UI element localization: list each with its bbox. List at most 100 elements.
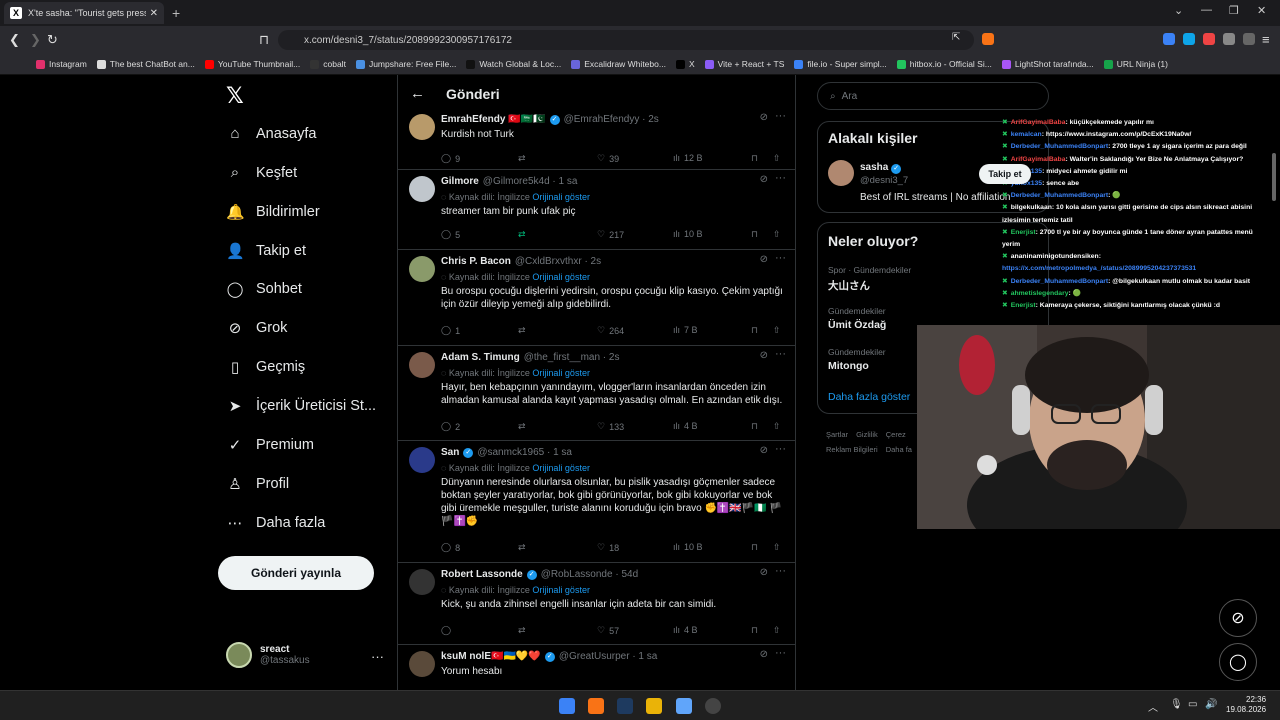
- more-icon[interactable]: ···: [775, 565, 786, 577]
- nav-item-premium[interactable]: ✓ Premium: [226, 436, 314, 454]
- author-name[interactable]: EmrahEfendy 🇹🇷🇸🇦🇵🇰: [441, 114, 546, 125]
- footer-link[interactable]: Daha fa: [886, 445, 912, 454]
- windows-start-icon[interactable]: [559, 698, 575, 714]
- like-button[interactable]: ♡ 18: [597, 542, 619, 553]
- more-icon[interactable]: ···: [775, 348, 786, 360]
- footer-link[interactable]: Çerez: [886, 430, 906, 439]
- search-input[interactable]: ⌕ Ara: [817, 82, 1049, 110]
- author-handle[interactable]: @RobLassonde · 54d: [541, 569, 638, 580]
- bookmark-item[interactable]: URL Ninja (1): [1103, 59, 1168, 69]
- steam-icon[interactable]: [617, 698, 633, 714]
- nav-item-i-çerik-üreticisi-st-[interactable]: ➤ İçerik Üreticisi St...: [226, 397, 376, 415]
- file-explorer-icon[interactable]: [646, 698, 662, 714]
- more-icon[interactable]: ···: [775, 110, 786, 122]
- like-button[interactable]: ♡ 57: [597, 625, 619, 636]
- author-handle[interactable]: @the_first__man · 2s: [524, 352, 620, 363]
- show-original-link[interactable]: Orijinali göster: [532, 192, 590, 202]
- author-handle[interactable]: @CxldBrxvthxr · 2s: [515, 256, 601, 267]
- avatar[interactable]: [409, 447, 435, 473]
- show-more-link[interactable]: Daha fazla göster: [828, 391, 910, 403]
- bookmark-icon[interactable]: ⊓: [259, 32, 269, 48]
- bookmark-item[interactable]: Instagram: [36, 59, 87, 69]
- repost-button[interactable]: ⇄: [518, 229, 526, 240]
- more-icon[interactable]: ···: [775, 647, 786, 659]
- nav-item-takip-et[interactable]: 👤 Takip et: [226, 242, 306, 260]
- nav-item-keşfet[interactable]: ⌕ Keşfet: [226, 164, 297, 181]
- menu-icon[interactable]: ≡: [1262, 32, 1270, 47]
- clock[interactable]: 22:36 19.08.2026: [1226, 695, 1266, 715]
- maximize-icon[interactable]: ❐: [1229, 4, 1239, 17]
- bookmark-item[interactable]: YouTube Thumbnail...: [204, 59, 300, 69]
- repost-button[interactable]: ⇄: [518, 153, 526, 164]
- repost-button[interactable]: ⇄: [518, 421, 526, 432]
- forward-icon[interactable]: ❯: [30, 32, 41, 48]
- reply-button[interactable]: ◯ 5: [441, 229, 460, 240]
- show-original-link[interactable]: Orijinali göster: [532, 368, 590, 378]
- avatar[interactable]: [409, 256, 435, 282]
- like-button[interactable]: ♡ 264: [597, 325, 624, 336]
- more-icon[interactable]: ···: [775, 443, 786, 455]
- more-icon[interactable]: ···: [371, 649, 384, 664]
- grok-icon[interactable]: ⊘: [760, 649, 768, 660]
- author-handle[interactable]: @GreatUsurper · 1 sa: [559, 651, 658, 662]
- bookmark-item[interactable]: Excalidraw Whitebo...: [571, 59, 666, 69]
- bookmark-button[interactable]: ⊓: [751, 542, 758, 553]
- reply-button[interactable]: ◯ 2: [441, 421, 460, 432]
- footer-link[interactable]: Gizlilik: [856, 430, 878, 439]
- url-field[interactable]: x.com/desni3_7/status/208999230095717617…: [278, 30, 974, 50]
- nav-item-bildirimler[interactable]: 🔔 Bildirimler: [226, 203, 320, 221]
- bookmark-item[interactable]: cobalt: [310, 59, 346, 69]
- grok-icon[interactable]: ⊘: [760, 350, 768, 361]
- close-tab-icon[interactable]: ✕: [150, 8, 158, 19]
- avatar[interactable]: [409, 651, 435, 677]
- bookmark-button[interactable]: ⊓: [751, 421, 758, 432]
- app-icon[interactable]: [705, 698, 721, 714]
- bookmark-item[interactable]: LightShot tarafında...: [1001, 59, 1094, 69]
- back-arrow-icon[interactable]: ←: [410, 85, 425, 102]
- tab-list-icon[interactable]: ⌄: [1174, 4, 1183, 17]
- views-button[interactable]: ılı 12 B: [673, 153, 703, 163]
- back-icon[interactable]: ❮: [9, 32, 20, 48]
- nav-item-profil[interactable]: ♙ Profil: [226, 475, 289, 493]
- avatar[interactable]: [409, 569, 435, 595]
- trend-name[interactable]: Mitongo: [828, 360, 869, 372]
- person-name-row[interactable]: sasha ✓: [860, 162, 902, 174]
- avatar[interactable]: [409, 114, 435, 140]
- show-original-link[interactable]: Orijinali göster: [532, 585, 590, 595]
- bookmark-item[interactable]: The best ChatBot an...: [96, 59, 195, 69]
- views-button[interactable]: ılı 4 B: [673, 625, 698, 635]
- views-button[interactable]: ılı 4 B: [673, 421, 698, 431]
- nav-item-daha-fazla[interactable]: ⋯ Daha fazla: [226, 514, 326, 532]
- repost-button[interactable]: ⇄: [518, 542, 526, 553]
- scrollbar[interactable]: [1272, 153, 1276, 201]
- account-switcher[interactable]: sreact @tassakus: [226, 642, 310, 668]
- nav-item-anasayfa[interactable]: ⌂ Anasayfa: [226, 125, 316, 142]
- like-button[interactable]: ♡ 217: [597, 229, 624, 240]
- author-name[interactable]: ksuM nolE🇹🇷🇺🇦💛❤️: [441, 651, 541, 662]
- vpn-icon[interactable]: [1243, 33, 1255, 45]
- bookmark-item[interactable]: Watch Global & Loc...: [466, 59, 561, 69]
- views-button[interactable]: ılı 10 B: [673, 229, 703, 239]
- avatar[interactable]: [409, 176, 435, 202]
- close-window-icon[interactable]: ✕: [1257, 4, 1266, 17]
- author-handle[interactable]: @Gilmore5k4d · 1 sa: [483, 176, 578, 187]
- like-button[interactable]: ♡ 133: [597, 421, 624, 432]
- reply-button[interactable]: ◯ 8: [441, 542, 460, 553]
- nav-item-geçmiş[interactable]: ▯ Geçmiş: [226, 358, 305, 376]
- grok-icon[interactable]: ⊘: [760, 567, 768, 578]
- more-icon[interactable]: ···: [775, 252, 786, 264]
- mic-icon[interactable]: 🎙: [1170, 699, 1183, 710]
- avatar[interactable]: [409, 352, 435, 378]
- x-logo-icon[interactable]: 𝕏: [226, 83, 244, 109]
- author-name[interactable]: Gilmore: [441, 176, 479, 187]
- author-handle[interactable]: @sanmck1965 · 1 sa: [477, 447, 572, 458]
- reply-button[interactable]: ◯ 9: [441, 153, 460, 164]
- share-button[interactable]: ⇧: [773, 542, 781, 553]
- grok-icon[interactable]: ⊘: [760, 254, 768, 265]
- author-name[interactable]: San: [441, 447, 459, 458]
- new-tab-icon[interactable]: +: [172, 5, 180, 21]
- browser-tab[interactable]: X X'te sasha: "Tourist gets pressed ✕: [4, 2, 164, 24]
- bookmark-item[interactable]: Jumpshare: Free File...: [355, 59, 456, 69]
- show-original-link[interactable]: Orijinali göster: [532, 463, 590, 473]
- tweet[interactable]: Gilmore @Gilmore5k4d · 1 sa ◌ Kaynak dili:…: [398, 170, 795, 250]
